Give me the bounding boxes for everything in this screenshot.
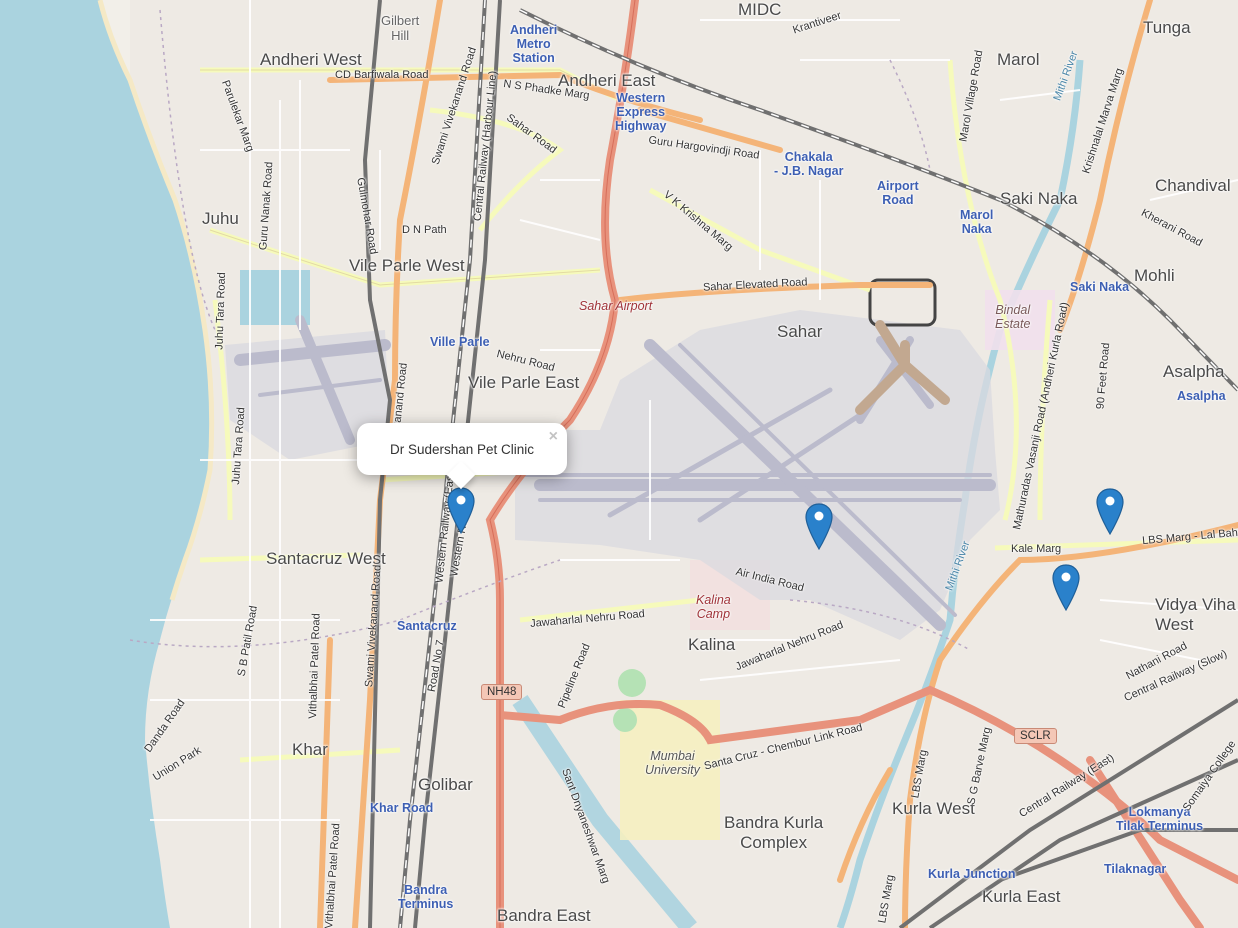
station-marol-naka: Marol Naka [960, 208, 994, 236]
place-sahar-airport: Sahar Airport [579, 299, 653, 313]
map-pin-icon [1096, 488, 1124, 536]
place-chandivali: Chandival [1155, 176, 1231, 195]
place-bkc: Bandra Kurla Complex [724, 813, 824, 852]
marker-2[interactable] [804, 502, 834, 552]
station-tilaknagar: Tilaknagar [1104, 862, 1167, 876]
place-khar: Khar [292, 740, 328, 759]
place-kalina: Kalina [688, 635, 736, 654]
place-kurla-west: Kurla West [892, 799, 975, 818]
place-kalina-camp: Kalina Camp [696, 593, 731, 621]
map-pin-icon [805, 503, 833, 551]
place-marol: Marol [997, 50, 1040, 69]
marker-popup: × Dr Sudershan Pet Clinic [357, 423, 567, 490]
station-western-express: Western Express Highway [615, 91, 667, 133]
shield-sclr: SCLR [1014, 728, 1057, 744]
road-cd-barfiwala: CD Barfiwala Road [335, 69, 429, 81]
place-tunga: Tunga [1143, 18, 1191, 37]
place-midc: MIDC [738, 0, 782, 19]
station-bandra-terminus: Bandra Terminus [398, 883, 454, 911]
place-golibar: Golibar [418, 775, 473, 794]
place-vile-parle-west: Vile Parle West [349, 256, 465, 275]
place-gilbert-hill: Gilbert Hill [381, 13, 420, 43]
place-asalpha: Asalpha [1163, 362, 1225, 381]
shield-nh48: NH48 [481, 684, 523, 700]
place-santacruz-west: Santacruz West [266, 549, 386, 568]
station-khar-road: Khar Road [370, 801, 434, 815]
marker-dr-sudershan-pet-clinic[interactable] [446, 486, 476, 536]
station-kurla-junction: Kurla Junction [928, 867, 1016, 881]
place-mohli: Mohli [1134, 266, 1175, 285]
place-sahar: Sahar [777, 322, 823, 341]
station-andheri-metro: Andheri Metro Station [510, 23, 558, 65]
place-bandra-east: Bandra East [497, 906, 591, 925]
place-bindal-estate: Bindal Estate [995, 303, 1031, 331]
station-airport-road: Airport Road [877, 179, 919, 207]
station-asalpha: Asalpha [1177, 389, 1226, 403]
station-chakala: Chakala - J.B. Nagar [774, 150, 844, 178]
marker-3[interactable] [1095, 487, 1125, 537]
place-mumbai-university: Mumbai University [645, 749, 700, 777]
place-andheri-west: Andheri West [260, 50, 362, 69]
map-pin-icon [447, 487, 475, 535]
map-pin-icon [1052, 564, 1080, 612]
station-santacruz: Santacruz [397, 619, 457, 633]
place-vile-parle-east: Vile Parle East [468, 373, 580, 392]
popup-title: Dr Sudershan Pet Clinic [389, 442, 535, 457]
place-juhu: Juhu [202, 209, 239, 228]
station-ville-parle: Ville Parle [430, 335, 490, 349]
popup-close-button[interactable]: × [549, 428, 558, 446]
map-view[interactable]: Andheri West Andheri East MIDC Marol Tun… [0, 0, 1238, 928]
marker-4[interactable] [1051, 563, 1081, 613]
road-dn-path: D N Path [402, 224, 447, 236]
station-saki-naka: Saki Naka [1070, 280, 1130, 294]
place-vidya-vihar-west: Vidya Viha West [1155, 595, 1236, 634]
place-kurla-east: Kurla East [982, 887, 1061, 906]
place-saki-naka: Saki Naka [1000, 189, 1078, 208]
road-kale-marg: Kale Marg [1011, 543, 1062, 555]
